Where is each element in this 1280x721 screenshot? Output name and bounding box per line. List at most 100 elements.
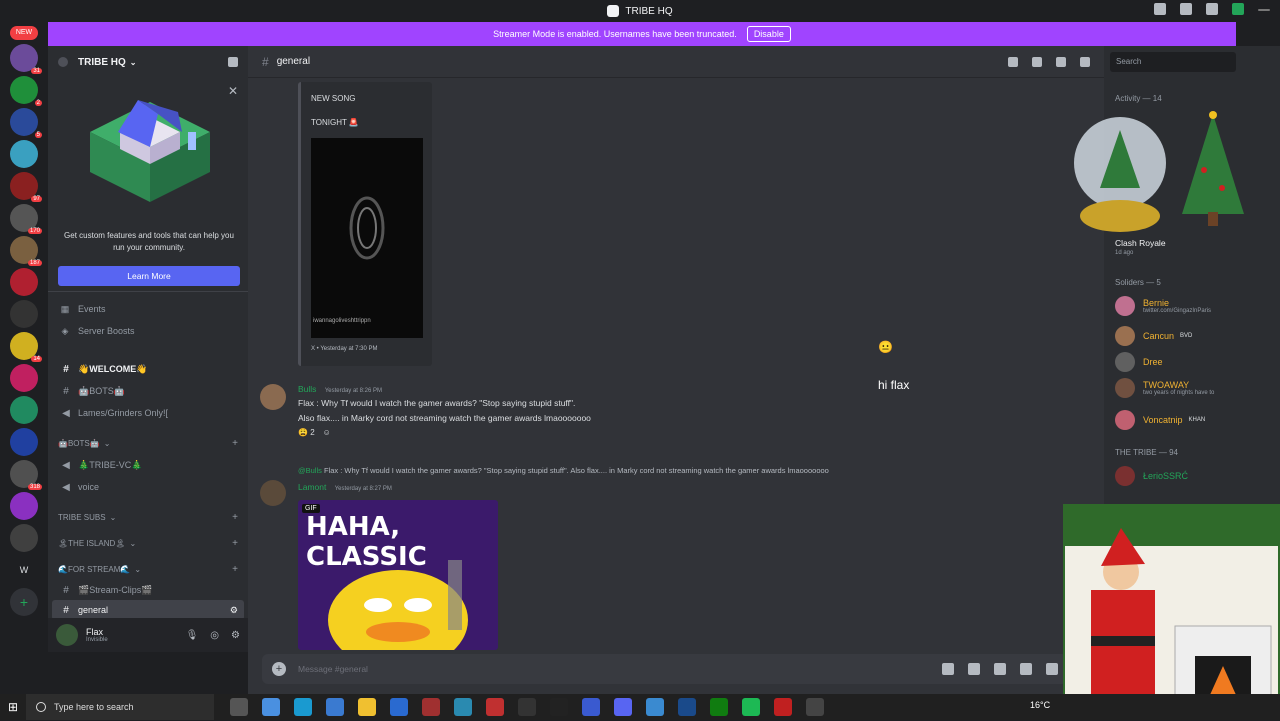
edge-icon[interactable] <box>294 698 312 716</box>
channel-lames[interactable]: ◀ Lames/Grinders Only![ <box>48 402 248 424</box>
message-author[interactable]: Lamont <box>298 482 326 492</box>
flag-icon[interactable] <box>1154 3 1166 15</box>
server-icon[interactable] <box>10 364 38 392</box>
microphone-icon[interactable]: 🎙 <box>186 630 199 641</box>
channel-tribe-vc[interactable]: ◀ 🎄TRIBE-VC🎄 <box>48 454 248 476</box>
server-icon[interactable]: 318 <box>10 460 42 490</box>
add-channel-icon[interactable]: + <box>232 538 238 549</box>
server-icon[interactable] <box>10 140 38 168</box>
gift-icon[interactable] <box>942 663 954 675</box>
add-server-icon[interactable]: + <box>10 588 38 616</box>
minimize-icon[interactable] <box>1258 9 1270 11</box>
member-item[interactable]: Dree <box>1115 352 1163 372</box>
reply-preview[interactable]: @Bulls Flax : Why Tf would I watch the g… <box>298 466 829 475</box>
disable-button[interactable]: Disable <box>746 26 791 42</box>
download-icon[interactable] <box>1232 3 1244 15</box>
member-item[interactable]: ŁerioSSRĆ <box>1115 466 1188 486</box>
embed-video[interactable]: iwannagoliveshttrippn <box>311 138 423 338</box>
member-item[interactable]: Voncatnip KHAN <box>1115 410 1205 430</box>
bell-icon[interactable] <box>1032 56 1042 67</box>
emoji-icon[interactable] <box>1020 663 1032 675</box>
app-icon[interactable] <box>262 698 280 716</box>
server-icon[interactable]: 31 <box>10 44 42 74</box>
windows-start-icon[interactable]: ⊞ <box>0 700 26 714</box>
app-icon[interactable] <box>646 698 664 716</box>
member-item[interactable]: Bernie twitter.com/GingazInParis <box>1115 296 1211 316</box>
app-icon[interactable] <box>390 698 408 716</box>
activity-game[interactable]: Clash Royale <box>1115 238 1166 248</box>
pin-icon[interactable] <box>1056 56 1066 67</box>
activity-time: 1d ago <box>1115 250 1134 256</box>
app-icon[interactable] <box>678 698 696 716</box>
reaction-button[interactable]: 😩 2 <box>298 428 315 437</box>
app-icon[interactable] <box>486 698 504 716</box>
channel-general[interactable]: # general ⚙ <box>52 600 244 620</box>
add-channel-icon[interactable]: + <box>232 564 238 575</box>
discord-taskbar-icon[interactable] <box>614 698 632 716</box>
add-channel-icon[interactable]: + <box>232 512 238 523</box>
attach-button[interactable]: + <box>272 662 286 676</box>
server-icon[interactable] <box>10 268 38 296</box>
events-link[interactable]: ▦ Events <box>48 298 248 320</box>
category-for-stream[interactable]: 🌊FOR STREAM🌊 ⌄ + <box>48 558 248 580</box>
avatar[interactable] <box>56 624 78 646</box>
server-icon[interactable] <box>10 524 38 552</box>
server-icon[interactable]: W <box>10 556 38 584</box>
server-boosts-link[interactable]: ◈ Server Boosts <box>48 320 248 342</box>
taskbar-search[interactable]: Type here to search <box>26 694 214 720</box>
server-icon[interactable]: 187 <box>10 236 42 266</box>
server-icon[interactable]: 170 <box>10 204 42 234</box>
server-icon[interactable] <box>10 428 38 456</box>
category-island[interactable]: 🏝THE ISLAND🏝 ⌄ + <box>48 532 248 554</box>
category-bots[interactable]: 🤖BOTS🤖 ⌄ + <box>48 432 248 454</box>
headphones-icon[interactable]: ◎ <box>210 630 219 641</box>
server-icon[interactable]: 5 <box>10 108 42 138</box>
add-reaction-icon[interactable]: ☺ <box>323 428 331 437</box>
invite-people-icon[interactable] <box>228 57 238 67</box>
search-input[interactable]: Search <box>1110 52 1236 72</box>
close-icon[interactable]: ✕ <box>228 84 238 98</box>
avatar[interactable] <box>260 480 286 506</box>
learn-more-button[interactable]: Learn More <box>58 266 240 286</box>
channel-voice[interactable]: ◀ voice <box>48 476 248 498</box>
server-icon[interactable]: 14 <box>10 332 42 362</box>
settings-icon[interactable]: ⚙ <box>230 605 238 616</box>
help-icon[interactable] <box>1206 3 1218 15</box>
avatar[interactable] <box>260 384 286 410</box>
inbox-icon[interactable] <box>1180 3 1192 15</box>
message-input[interactable]: Message #general <box>298 664 368 674</box>
app-icon[interactable] <box>518 698 536 716</box>
threads-icon[interactable] <box>1008 56 1018 67</box>
server-icon[interactable] <box>10 492 38 520</box>
spotify-icon[interactable] <box>742 698 760 716</box>
gear-icon[interactable]: ⚙ <box>231 630 240 641</box>
server-icon[interactable] <box>10 396 38 424</box>
add-channel-icon[interactable]: + <box>232 438 238 449</box>
file-explorer-icon[interactable] <box>358 698 376 716</box>
member-item[interactable]: Cancun BVD <box>1115 326 1192 346</box>
channel-bots[interactable]: # 🤖BOTS🤖 <box>48 380 248 402</box>
store-icon[interactable] <box>326 698 344 716</box>
task-view-icon[interactable] <box>230 698 248 716</box>
app-icon[interactable] <box>806 698 824 716</box>
guild-header[interactable]: TRIBE HQ ⌄ <box>48 46 248 78</box>
category-tribe-subs[interactable]: TRIBE SUBS ⌄ + <box>48 506 248 528</box>
message-author[interactable]: Bulls <box>298 384 316 394</box>
server-icon[interactable]: 2 <box>10 76 42 106</box>
xbox-icon[interactable] <box>710 698 728 716</box>
member-item[interactable]: TWOAWAY two years of nights have to <box>1115 378 1214 398</box>
app-icon[interactable] <box>582 698 600 716</box>
channel-stream-clips[interactable]: # 🎬Stream-Clips🎬 <box>48 580 248 600</box>
server-icon[interactable]: 97 <box>10 172 42 202</box>
apps-icon[interactable] <box>1046 663 1058 675</box>
app-icon[interactable] <box>422 698 440 716</box>
sticker-icon[interactable] <box>994 663 1006 675</box>
gif-attachment[interactable]: GIF HAHA, CLASSIC <box>298 500 498 650</box>
members-icon[interactable] <box>1080 56 1090 67</box>
app-icon[interactable] <box>550 698 568 716</box>
app-icon[interactable] <box>454 698 472 716</box>
server-icon[interactable] <box>10 300 38 328</box>
app-icon[interactable] <box>774 698 792 716</box>
channel-welcome[interactable]: # 👋WELCOME👋 <box>48 358 248 380</box>
gif-icon[interactable] <box>968 663 980 675</box>
